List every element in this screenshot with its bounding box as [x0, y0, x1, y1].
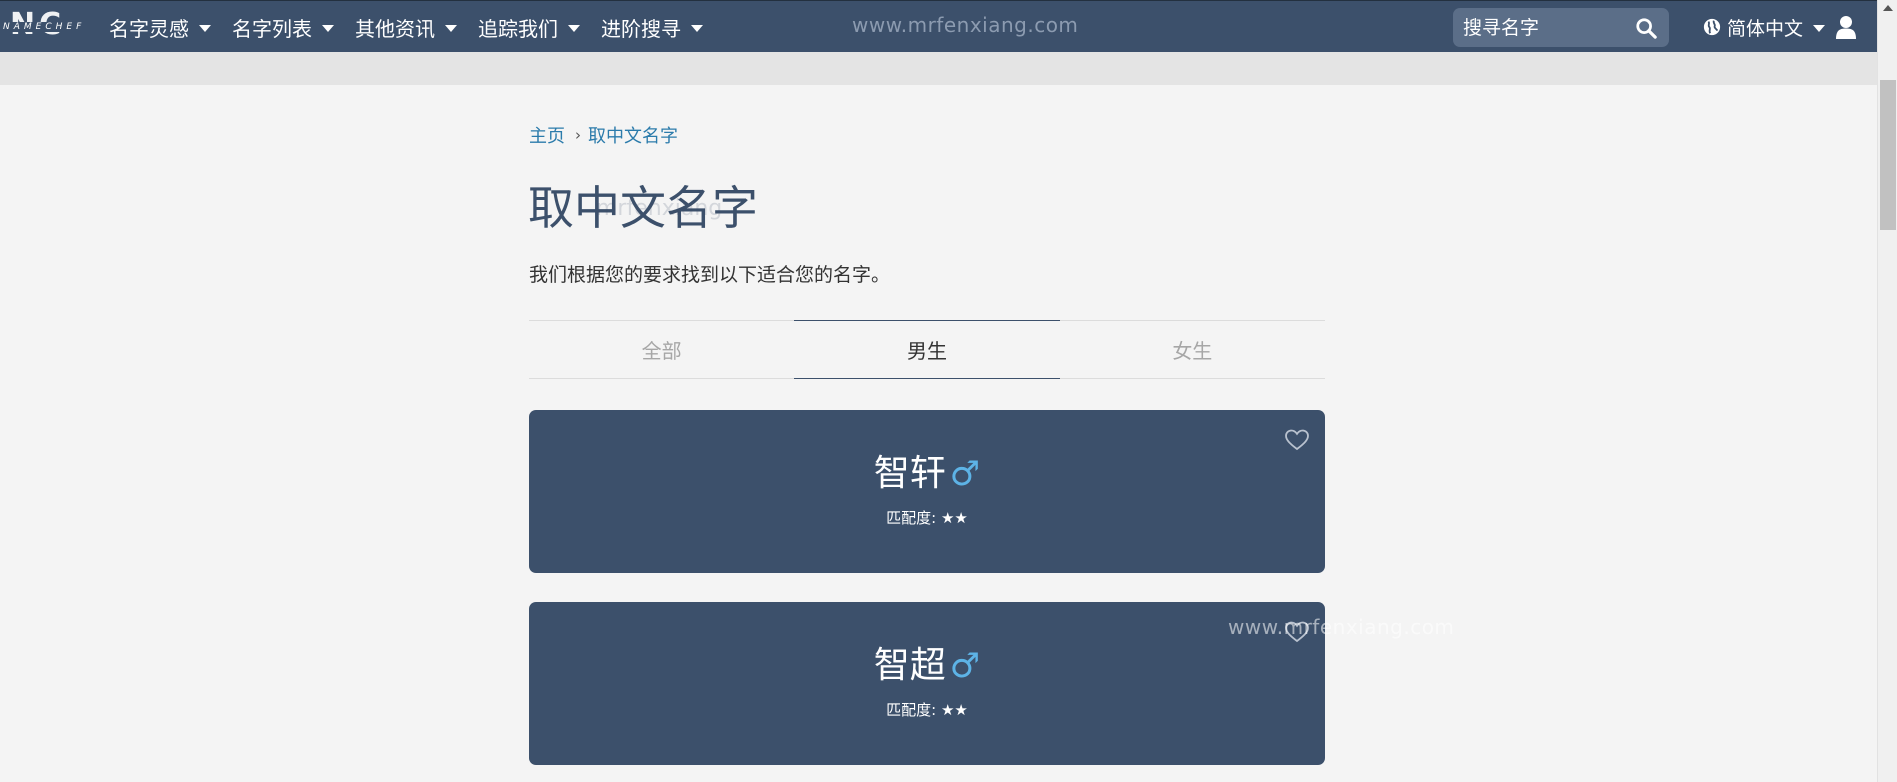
chevron-down-icon: [1813, 24, 1826, 32]
tab-female[interactable]: 女生: [1060, 321, 1325, 378]
chevron-down-icon: [322, 24, 334, 32]
nav-other-info[interactable]: 其他资讯: [355, 1, 457, 53]
name-result-card[interactable]: 智轩 ♂ 匹配度: ★★: [529, 410, 1325, 573]
nav-item-label: 进阶搜寻: [601, 16, 681, 41]
sub-bar: [0, 52, 1877, 85]
gender-tabs: 全部 男生 女生: [529, 320, 1325, 379]
scrollbar-thumb[interactable]: [1880, 80, 1896, 230]
male-gender-icon: ♂: [949, 646, 981, 686]
namechef-logo[interactable]: NC NAMECHEF: [2, 9, 87, 43]
search-input[interactable]: [1463, 16, 1633, 39]
match-stars: ★★: [940, 701, 968, 719]
match-label: 匹配度:: [886, 509, 937, 527]
name-title: 智轩 ♂: [529, 452, 1325, 496]
language-label: 简体中文: [1727, 17, 1804, 40]
chevron-down-icon: [199, 24, 211, 32]
chevron-down-icon: [445, 24, 457, 32]
name-text: 智超: [873, 645, 946, 686]
nav-name-inspiration[interactable]: 名字灵感: [109, 1, 211, 53]
watermark-text: mrfenxiang: [596, 196, 723, 221]
nav-item-label: 其他资讯: [355, 16, 435, 41]
nav-advanced-search[interactable]: 进阶搜寻: [601, 1, 703, 53]
user-icon[interactable]: [1835, 15, 1857, 39]
language-selector[interactable]: 简体中文: [1703, 1, 1826, 53]
chevron-down-icon: [568, 24, 580, 32]
match-rating: 匹配度: ★★: [529, 507, 1325, 528]
heart-icon[interactable]: [1285, 429, 1309, 451]
name-title: 智超 ♂: [529, 644, 1325, 688]
nav-item-label: 名字灵感: [109, 16, 189, 41]
tab-all[interactable]: 全部: [529, 321, 794, 378]
search-icon[interactable]: [1635, 17, 1657, 39]
name-result-card[interactable]: 智超 ♂ 匹配度: ★★: [529, 602, 1325, 765]
scroll-up-icon[interactable]: [1883, 5, 1893, 11]
breadcrumb-current[interactable]: 取中文名字: [588, 122, 678, 148]
globe-icon: [1703, 18, 1721, 36]
logo-wordmark: NAMECHEF: [2, 22, 87, 32]
male-gender-icon: ♂: [949, 454, 981, 494]
top-navbar: NC NAMECHEF 名字灵感 名字列表 其他资讯 追踪我们 进阶搜寻 www…: [0, 0, 1877, 52]
page-intro: 我们根据您的要求找到以下适合您的名字。: [529, 264, 891, 286]
nav-name-lists[interactable]: 名字列表: [232, 1, 334, 53]
match-label: 匹配度:: [886, 701, 937, 719]
chevron-down-icon: [691, 24, 703, 32]
tab-male[interactable]: 男生: [794, 320, 1060, 379]
match-stars: ★★: [940, 509, 968, 527]
breadcrumb-home[interactable]: 主页: [529, 122, 565, 148]
watermark-text: www.mrfenxiang.com: [852, 13, 1079, 37]
nav-item-label: 追踪我们: [478, 16, 558, 41]
breadcrumb: 主页 › 取中文名字: [529, 122, 678, 148]
name-text: 智轩: [873, 453, 946, 494]
match-rating: 匹配度: ★★: [529, 699, 1325, 720]
search-box[interactable]: [1453, 8, 1669, 47]
vertical-scrollbar[interactable]: [1877, 0, 1897, 782]
breadcrumb-separator: ›: [575, 126, 581, 144]
nav-item-label: 名字列表: [232, 16, 312, 41]
watermark-text: www.mrfenxiang.com: [1228, 615, 1455, 639]
nav-follow-us[interactable]: 追踪我们: [478, 1, 580, 53]
